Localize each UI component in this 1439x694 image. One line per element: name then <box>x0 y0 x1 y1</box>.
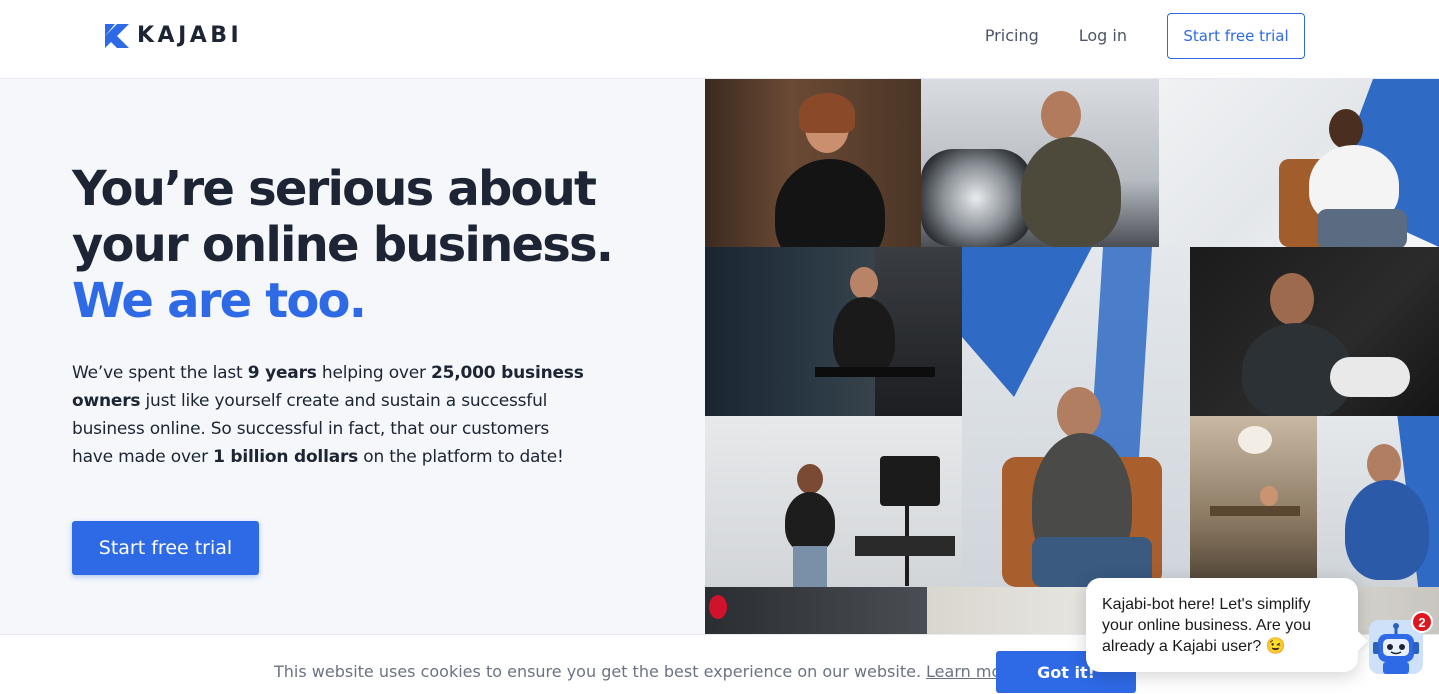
photo-woman-studio <box>705 416 962 587</box>
photo-man-blue-wall-center <box>962 247 1190 587</box>
hero-headline: You’re serious about your online busines… <box>72 161 632 329</box>
desc-text-1: We’ve spent the last <box>72 363 248 383</box>
headline-line-1: You’re serious about <box>72 161 597 217</box>
kajabi-logo-icon <box>105 24 129 48</box>
hero-section: You’re serious about your online busines… <box>0 79 705 634</box>
photo-woman-brick-wall <box>705 79 921 247</box>
cookie-text: This website uses cookies to ensure you … <box>274 662 1017 681</box>
site-header: KAJABI Pricing Log in Start free trial <box>0 0 1439 79</box>
photo-woman-gym <box>705 247 962 416</box>
header-start-trial-button[interactable]: Start free trial <box>1167 13 1305 59</box>
hero-description: We’ve spent the last 9 years helping ove… <box>72 359 592 471</box>
top-nav: Pricing Log in Start free trial <box>985 13 1305 59</box>
photo-man-chair-blue <box>1159 79 1439 247</box>
desc-text-2: helping over <box>316 363 432 383</box>
desc-bold-years: 9 years <box>247 363 317 383</box>
kajabi-logo[interactable]: KAJABI <box>105 24 242 48</box>
chat-message-bubble[interactable]: Kajabi-bot here! Let's simplify your onl… <box>1086 578 1358 672</box>
desc-text-4: on the platform to date! <box>358 447 564 467</box>
hero-start-trial-button[interactable]: Start free trial <box>72 521 259 575</box>
photo-office-chandelier <box>1190 416 1317 587</box>
desc-bold-dollars: 1 billion dollars <box>213 447 359 467</box>
headline-line-2: your online business. <box>72 217 614 273</box>
logo-text: KAJABI <box>137 23 243 48</box>
nav-login-link[interactable]: Log in <box>1079 13 1127 59</box>
photo-man-motorcycle <box>921 79 1159 247</box>
photo-man-dark-portrait <box>1190 247 1439 416</box>
photo-bottom-dark <box>705 587 927 634</box>
customer-photo-collage <box>705 79 1439 634</box>
chat-notification-badge: 2 <box>1411 611 1433 633</box>
photo-man-blue-shirt <box>1317 416 1439 587</box>
cookie-message: This website uses cookies to ensure you … <box>274 662 922 681</box>
headline-accent: We are too. <box>72 273 367 329</box>
nav-pricing-link[interactable]: Pricing <box>985 13 1039 59</box>
